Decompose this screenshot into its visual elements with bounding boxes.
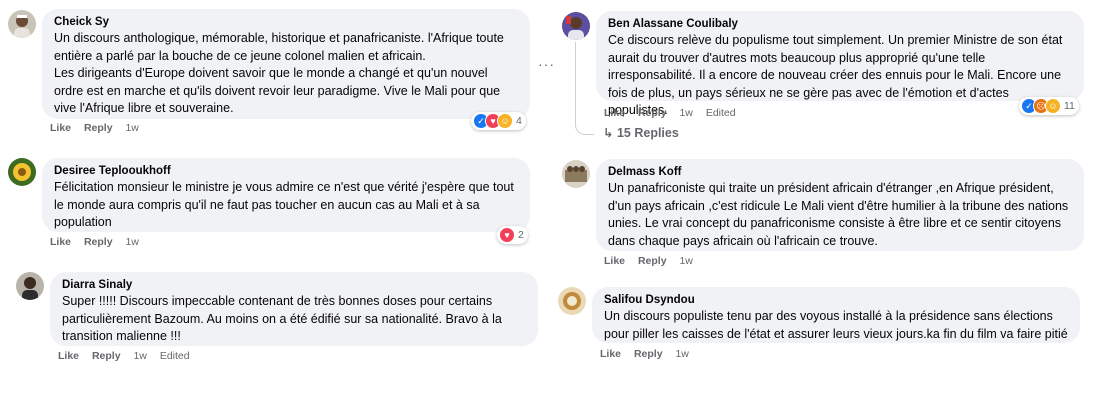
timestamp[interactable]: 1w [679,107,692,119]
comment-bubble: Delmass Koff Un panafriconiste qui trait… [596,159,1084,251]
view-replies-link[interactable]: ↳ 15 Replies [603,125,679,140]
like-button[interactable]: Like [600,348,621,360]
avatar[interactable] [16,272,44,300]
reaction-count: 2 [518,229,524,241]
reply-button[interactable]: Reply [638,255,667,267]
reaction-summary[interactable]: ♥ 2 [497,226,528,244]
love-icon: ♥ [499,227,515,243]
comment-author[interactable]: Diarra Sinaly [62,278,526,293]
more-options-icon[interactable]: ··· [538,56,555,72]
avatar[interactable] [8,158,36,186]
haha-icon: ☺ [497,113,513,129]
timestamp[interactable]: 1w [679,255,692,267]
comment-actions: Like Reply 1w Edited [604,107,746,119]
comment-actions: Like Reply 1w [604,255,703,267]
reply-button[interactable]: Reply [92,350,121,362]
like-button[interactable]: Like [604,255,625,267]
reply-button[interactable]: Reply [84,236,113,248]
timestamp[interactable]: 1w [125,236,138,248]
comment-bubble: Salifou Dsyndou Un discours populiste te… [592,287,1080,343]
edited-label: Edited [705,107,736,119]
comment-actions: Like Reply 1w [600,348,699,360]
avatar[interactable] [8,10,36,38]
like-button[interactable]: Like [604,107,625,119]
comment-bubble: Diarra Sinaly Super !!!!! Discours impec… [50,272,538,346]
like-button[interactable]: Like [50,122,71,134]
reply-arrow-icon: ↳ [603,126,614,140]
avatar[interactable] [558,287,586,315]
like-button[interactable]: Like [50,236,71,248]
comment-text: Un discours anthologique, mémorable, his… [54,31,504,115]
reaction-summary[interactable]: ✓ ☹ ☺ 11 [1019,97,1079,115]
like-button[interactable]: Like [58,350,79,362]
comment-text: Félicitation monsieur le ministre je vou… [54,180,514,229]
timestamp[interactable]: 1w [675,348,688,360]
comment-author[interactable]: Delmass Koff [608,165,1072,180]
avatar[interactable] [562,160,590,188]
comment-author[interactable]: Cheick Sy [54,15,518,30]
reply-button[interactable]: Reply [634,348,663,360]
comment-author[interactable]: Desiree Teplooukhoff [54,164,518,179]
comment-text: Un panafriconiste qui traite un présiden… [608,181,1069,248]
comment-actions: Like Reply 1w [50,236,149,248]
comment-text: Super !!!!! Discours impeccable contenan… [62,294,502,343]
reaction-count: 4 [516,115,522,127]
reply-button[interactable]: Reply [84,122,113,134]
comment-author[interactable]: Salifou Dsyndou [604,293,1068,308]
comment-text: Un discours populiste tenu par des voyou… [604,309,1068,341]
reaction-count: 11 [1064,100,1075,112]
replies-count: 15 Replies [616,126,679,140]
reply-button[interactable]: Reply [638,107,667,119]
comment-actions: Like Reply 1w Edited [58,350,200,362]
comment-bubble: Desiree Teplooukhoff Félicitation monsie… [42,158,530,232]
comment-actions: Like Reply 1w [50,122,149,134]
timestamp[interactable]: 1w [125,122,138,134]
reaction-summary[interactable]: ✓ ♥ ☺ 4 [471,112,526,130]
comment-bubble: Ben Alassane Coulibaly Ce discours relèv… [596,11,1084,117]
reply-thread-line [575,42,594,135]
comment-bubble: Cheick Sy Un discours anthologique, mémo… [42,9,530,119]
edited-label: Edited [159,350,190,362]
avatar[interactable] [562,12,590,40]
comment-author[interactable]: Ben Alassane Coulibaly [608,17,1072,32]
timestamp[interactable]: 1w [133,350,146,362]
haha-icon: ☺ [1045,98,1061,114]
